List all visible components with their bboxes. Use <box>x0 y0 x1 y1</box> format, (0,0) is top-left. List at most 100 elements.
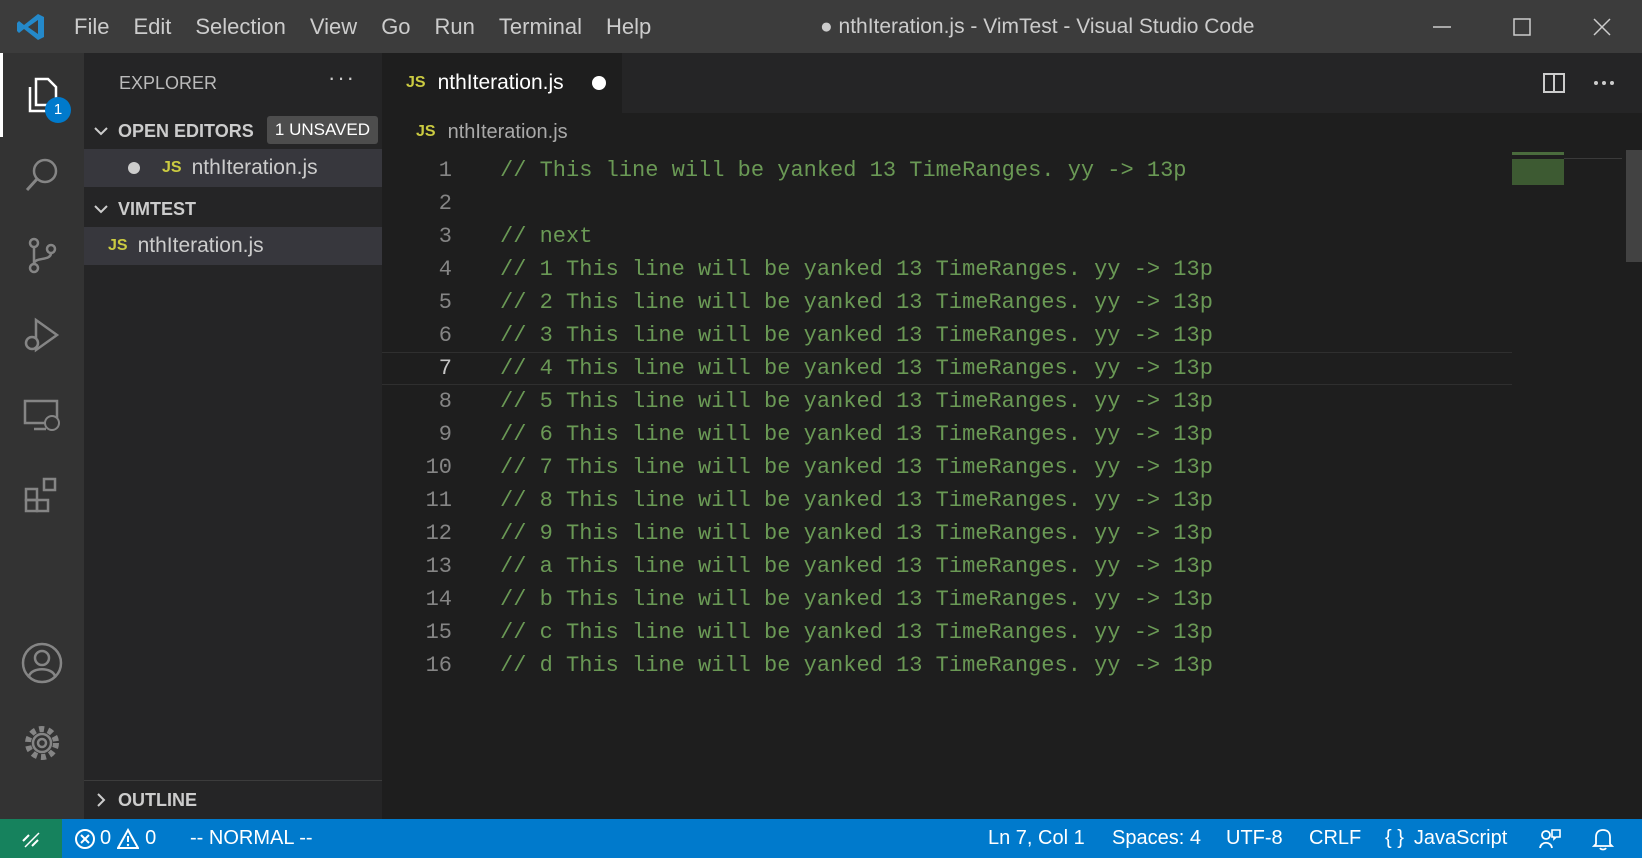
error-count: 0 <box>100 827 112 849</box>
outline-label: OUTLINE <box>118 789 197 810</box>
notifications-button[interactable] <box>1592 819 1614 858</box>
line-number: 4 <box>438 257 452 282</box>
status-bar: 0 0 -- NORMAL -- Ln 7, Col 1 Spaces: 4 U… <box>0 819 1642 858</box>
language-mode[interactable]: { } JavaScript <box>1385 819 1507 858</box>
editor-actions <box>1542 53 1616 113</box>
code-editor[interactable]: 1 // This line will be yanked 13 TimeRang… <box>382 154 1512 682</box>
code-line[interactable]: 13 // a This line will be yanked 13 TimeR… <box>382 550 1512 583</box>
code-line[interactable]: 5 // 2 This line will be yanked 13 TimeRa… <box>382 286 1512 319</box>
code-line[interactable]: 2 <box>382 187 1512 220</box>
menu-selection[interactable]: Selection <box>183 0 298 53</box>
line-text[interactable]: // 3 This line will be yanked 13 TimeRan… <box>500 323 1213 348</box>
minimize-icon <box>1433 25 1451 28</box>
code-line[interactable]: 8 // 5 This line will be yanked 13 TimeRa… <box>382 385 1512 418</box>
code-line[interactable]: 1 // This line will be yanked 13 TimeRang… <box>382 154 1512 187</box>
menu-edit[interactable]: Edit <box>121 0 183 53</box>
scrollbar-thumb[interactable] <box>1626 150 1642 262</box>
line-text[interactable]: // 9 This line will be yanked 13 TimeRan… <box>500 521 1213 546</box>
chevron-down-icon <box>84 201 118 217</box>
problems-indicator[interactable]: 0 0 <box>74 819 156 858</box>
code-line[interactable]: 11 // 8 This line will be yanked 13 TimeR… <box>382 484 1512 517</box>
unsaved-badge: 1 UNSAVED <box>266 116 378 144</box>
braces-icon: { } <box>1385 827 1404 849</box>
line-text[interactable]: // 4 This line will be yanked 13 TimeRan… <box>500 356 1213 381</box>
line-text[interactable]: // 7 This line will be yanked 13 TimeRan… <box>500 455 1213 480</box>
open-editors-header[interactable]: OPEN EDITORS 1 UNSAVED <box>84 113 382 149</box>
activity-accounts[interactable] <box>0 621 84 705</box>
menu-run[interactable]: Run <box>423 0 487 53</box>
explorer-badge: 1 <box>45 97 71 123</box>
menu-view[interactable]: View <box>298 0 369 53</box>
menu-file[interactable]: File <box>62 0 121 53</box>
activity-manage[interactable] <box>0 701 84 785</box>
outline-header[interactable]: OUTLINE <box>84 780 382 819</box>
code-line[interactable]: 14 // b This line will be yanked 13 TimeR… <box>382 583 1512 616</box>
minimap[interactable] <box>1512 150 1622 819</box>
indentation[interactable]: Spaces: 4 <box>1112 819 1201 858</box>
line-ending[interactable]: CRLF <box>1309 819 1361 858</box>
encoding[interactable]: UTF-8 <box>1226 819 1283 858</box>
code-line[interactable]: 3 // next <box>382 220 1512 253</box>
activity-remote-explorer[interactable] <box>0 373 84 457</box>
line-text[interactable]: // 5 This line will be yanked 13 TimeRan… <box>500 389 1213 414</box>
close-icon <box>1593 17 1611 36</box>
remote-indicator[interactable] <box>0 819 62 858</box>
code-line[interactable]: 9 // 6 This line will be yanked 13 TimeRa… <box>382 418 1512 451</box>
line-text[interactable]: // 1 This line will be yanked 13 TimeRan… <box>500 257 1213 282</box>
menu-go[interactable]: Go <box>369 0 422 53</box>
menu-help[interactable]: Help <box>594 0 663 53</box>
activity-bar: 1 <box>0 53 84 819</box>
open-editor-item[interactable]: JS nthIteration.js <box>84 149 382 187</box>
explorer-sidebar: EXPLORER ··· OPEN EDITORS 1 UNSAVED JS n… <box>84 53 382 819</box>
file-tree-item[interactable]: JS nthIteration.js <box>84 227 382 265</box>
more-actions-icon[interactable]: ··· <box>328 65 356 91</box>
menu-terminal[interactable]: Terminal <box>487 0 594 53</box>
run-debug-icon <box>24 317 60 353</box>
activity-extensions[interactable] <box>0 453 84 537</box>
breadcrumb[interactable]: JS nthIteration.js <box>382 113 568 151</box>
minimize-button[interactable] <box>1402 0 1482 53</box>
code-line[interactable]: 6 // 3 This line will be yanked 13 TimeRa… <box>382 319 1512 352</box>
unsaved-dot-icon[interactable] <box>128 162 140 174</box>
line-text[interactable]: // c This line will be yanked 13 TimeRan… <box>500 620 1213 645</box>
line-text[interactable]: // next <box>500 224 592 249</box>
line-text[interactable]: // This line will be yanked 13 TimeRange… <box>500 158 1187 183</box>
js-file-icon: JS <box>406 74 426 91</box>
activity-source-control[interactable] <box>0 213 84 297</box>
activity-search[interactable] <box>0 133 84 217</box>
explorer-header: EXPLORER ··· <box>84 53 382 113</box>
code-line[interactable]: 15 // c This line will be yanked 13 TimeR… <box>382 616 1512 649</box>
chevron-right-icon <box>84 792 118 808</box>
maximize-button[interactable] <box>1482 0 1562 53</box>
account-icon <box>21 642 63 684</box>
line-number: 6 <box>438 323 452 348</box>
code-line[interactable]: 4 // 1 This line will be yanked 13 TimeRa… <box>382 253 1512 286</box>
vimtest-folder-header[interactable]: VIMTEST <box>84 191 382 227</box>
close-button[interactable] <box>1562 0 1642 53</box>
code-line[interactable]: 12 // 9 This line will be yanked 13 TimeR… <box>382 517 1512 550</box>
code-line[interactable]: 7 // 4 This line will be yanked 13 TimeRa… <box>382 352 1512 385</box>
code-line[interactable]: 16 // d This line will be yanked 13 TimeR… <box>382 649 1512 682</box>
title-bar: File Edit Selection View Go Run Terminal… <box>0 0 1642 53</box>
activity-explorer[interactable]: 1 <box>0 53 84 137</box>
split-editor-icon[interactable] <box>1542 71 1566 95</box>
line-number: 15 <box>425 620 452 645</box>
line-text[interactable]: // b This line will be yanked 13 TimeRan… <box>500 587 1213 612</box>
vertical-scrollbar[interactable] <box>1626 150 1642 819</box>
error-icon <box>75 828 95 849</box>
vimtest-folder-label: VIMTEST <box>118 198 197 219</box>
line-text[interactable]: // 6 This line will be yanked 13 TimeRan… <box>500 422 1213 447</box>
cursor-position[interactable]: Ln 7, Col 1 <box>988 819 1085 858</box>
line-text[interactable]: // 2 This line will be yanked 13 TimeRan… <box>500 290 1213 315</box>
more-actions-icon[interactable] <box>1592 71 1616 95</box>
tab-nthiteration[interactable]: JS nthIteration.js <box>382 53 622 113</box>
line-number: 2 <box>438 191 452 216</box>
activity-run-debug[interactable] <box>0 293 84 377</box>
unsaved-dot-icon[interactable] <box>591 76 606 90</box>
warning-icon <box>117 827 140 849</box>
line-text[interactable]: // 8 This line will be yanked 13 TimeRan… <box>500 488 1213 513</box>
code-line[interactable]: 10 // 7 This line will be yanked 13 TimeR… <box>382 451 1512 484</box>
line-text[interactable]: // d This line will be yanked 13 TimeRan… <box>500 653 1213 678</box>
feedback-button[interactable] <box>1538 819 1562 858</box>
line-text[interactable]: // a This line will be yanked 13 TimeRan… <box>500 554 1213 579</box>
